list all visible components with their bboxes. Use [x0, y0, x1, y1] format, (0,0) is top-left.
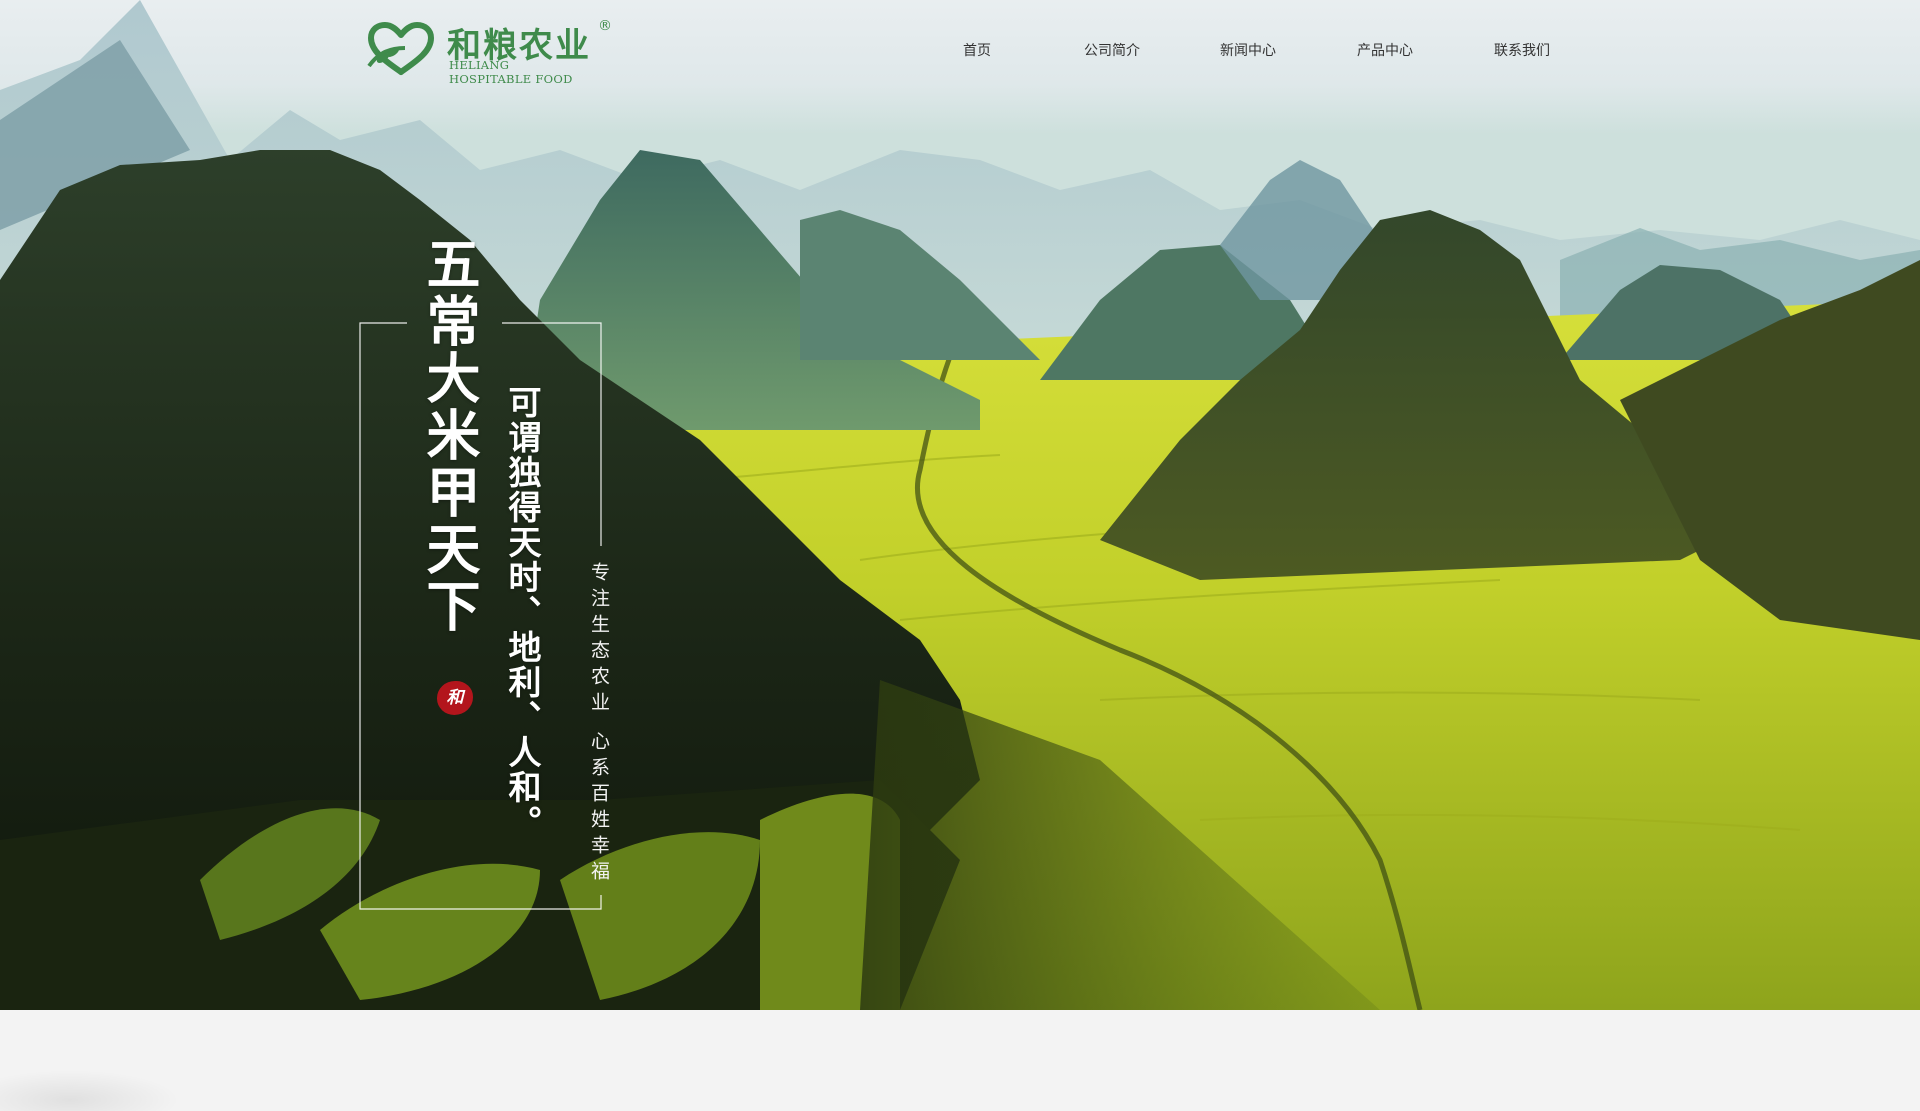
hero-banner [0, 0, 1920, 1010]
nav-contact-us[interactable]: 联系我们 [1494, 40, 1550, 60]
homepage: 和粮农业 ® HELIANG HOSPITABLE FOOD 首页 公司简介 新… [0, 0, 1920, 1111]
nav-home[interactable]: 首页 [963, 40, 991, 60]
registered-mark: ® [598, 18, 612, 34]
content-section-start [0, 1010, 1920, 1111]
hero-landscape-image [0, 0, 1920, 1010]
decorative-shadow [0, 1070, 180, 1111]
main-nav: 首页 公司简介 新闻中心 产品中心 联系我们 [0, 40, 1920, 64]
nav-company-profile[interactable]: 公司简介 [1084, 40, 1140, 60]
brand-name-english-line2: HOSPITABLE FOOD [449, 72, 573, 86]
nav-product-center[interactable]: 产品中心 [1357, 40, 1413, 60]
site-header: 和粮农业 ® HELIANG HOSPITABLE FOOD 首页 公司简介 新… [0, 0, 1920, 100]
nav-news-center[interactable]: 新闻中心 [1220, 40, 1276, 60]
